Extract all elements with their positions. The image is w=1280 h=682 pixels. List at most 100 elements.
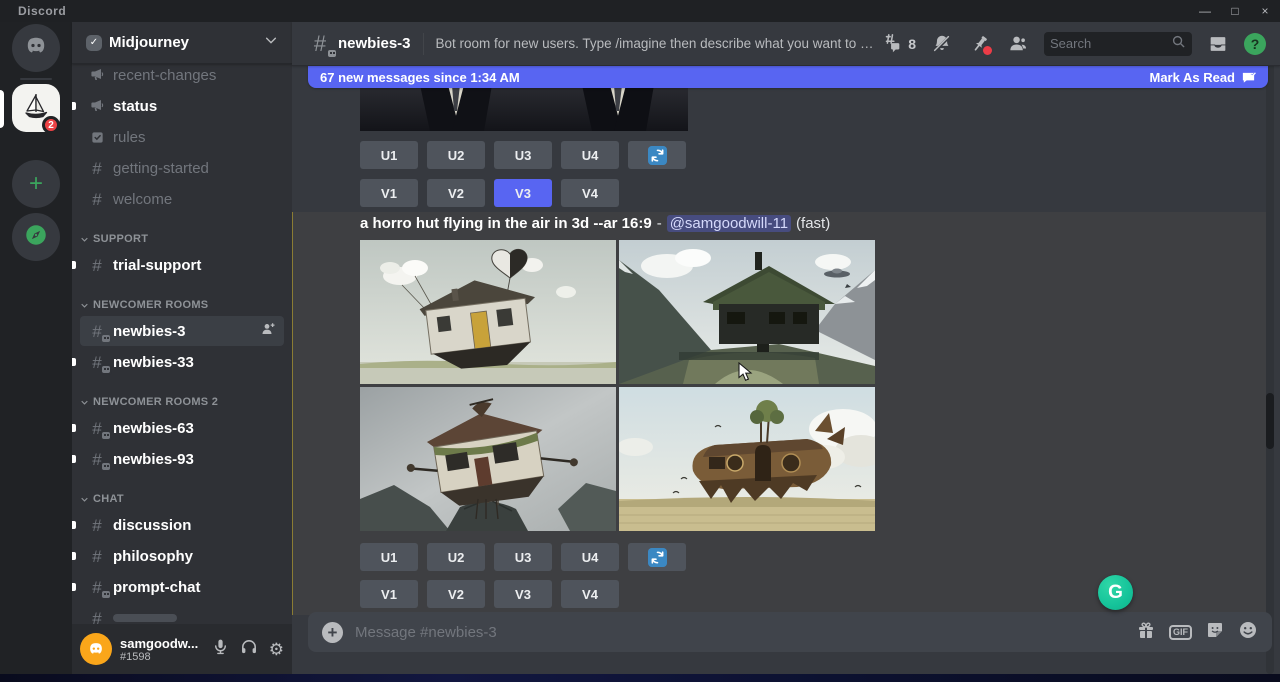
u4-button[interactable]: U4 bbox=[561, 543, 619, 571]
unread-pill bbox=[72, 261, 76, 269]
u1-button[interactable]: U1 bbox=[360, 543, 418, 571]
settings-gear-icon[interactable]: ⚙ bbox=[269, 641, 284, 658]
create-invite-icon[interactable] bbox=[260, 321, 276, 341]
avatar[interactable] bbox=[80, 633, 112, 665]
home-button[interactable] bbox=[12, 24, 60, 72]
channel-status[interactable]: status bbox=[80, 91, 284, 121]
channel-prompt-chat[interactable]: # prompt-chat bbox=[80, 572, 284, 602]
reroll-button[interactable] bbox=[628, 543, 686, 571]
bot-chip-icon bbox=[102, 432, 110, 439]
message-list: U1 U2 U3 U4 V1 V2 V3 V4 a horro hut fly bbox=[292, 66, 1280, 674]
channel-newbies-3[interactable]: # newbies-3 bbox=[80, 316, 284, 346]
u3-button[interactable]: U3 bbox=[494, 141, 552, 169]
channel-hash-bot-icon: # bbox=[308, 33, 332, 55]
prompt-text: a horro hut flying in the air in 3d --ar… bbox=[360, 215, 652, 232]
inbox-icon[interactable] bbox=[1206, 32, 1230, 56]
threads-icon[interactable] bbox=[880, 32, 904, 56]
channel-welcome[interactable]: # welcome bbox=[80, 184, 284, 214]
v3-button-active[interactable]: V3 bbox=[494, 179, 552, 207]
hash-icon: # bbox=[92, 191, 101, 208]
username: samgoodw... bbox=[120, 636, 212, 651]
gif-picker-icon[interactable]: GIF bbox=[1169, 625, 1192, 640]
generated-image-grid[interactable] bbox=[360, 240, 875, 531]
app-title: Discord bbox=[18, 4, 66, 18]
chat-scrollbar-thumb[interactable] bbox=[1266, 393, 1274, 449]
channel-recent-changes[interactable]: recent-changes bbox=[80, 64, 284, 90]
u2-button[interactable]: U2 bbox=[427, 141, 485, 169]
explore-servers-button[interactable] bbox=[12, 213, 60, 261]
notifications-muted-icon[interactable] bbox=[930, 32, 954, 56]
pinned-messages-icon[interactable] bbox=[968, 32, 992, 56]
search-box[interactable] bbox=[1044, 32, 1192, 56]
rules-icon bbox=[88, 130, 106, 145]
new-messages-banner[interactable]: 67 new messages since 1:34 AM Mark As Re… bbox=[308, 66, 1268, 88]
user-meta[interactable]: samgoodw... #1598 bbox=[120, 636, 212, 663]
grid-image-2[interactable] bbox=[619, 240, 875, 384]
sticker-icon[interactable] bbox=[1205, 620, 1225, 645]
grid-image-1[interactable] bbox=[360, 240, 616, 384]
v3-button[interactable]: V3 bbox=[494, 580, 552, 608]
channel-newbies-33[interactable]: # newbies-33 bbox=[80, 347, 284, 377]
v2-button[interactable]: V2 bbox=[427, 179, 485, 207]
channel-topic[interactable]: Bot room for new users. Type /imagine th… bbox=[436, 36, 881, 51]
grid-image-4[interactable] bbox=[619, 387, 875, 531]
reroll-button[interactable] bbox=[628, 141, 686, 169]
member-list-icon[interactable] bbox=[1006, 32, 1030, 56]
help-icon[interactable]: ? bbox=[1244, 33, 1266, 55]
category-support[interactable]: SUPPORT bbox=[80, 230, 284, 248]
channel-partial[interactable]: # bbox=[80, 603, 284, 624]
u2-button[interactable]: U2 bbox=[427, 543, 485, 571]
maximize-button[interactable]: □ bbox=[1220, 0, 1250, 22]
v2-button[interactable]: V2 bbox=[427, 580, 485, 608]
channel-newbies-63[interactable]: # newbies-63 bbox=[80, 413, 284, 443]
v4-button[interactable]: V4 bbox=[561, 580, 619, 608]
message-input-bar: + GIF bbox=[308, 612, 1272, 652]
unread-pill bbox=[72, 552, 76, 560]
prompt-line: a horro hut flying in the air in 3d --ar… bbox=[360, 215, 830, 232]
minimize-button[interactable]: — bbox=[1190, 0, 1220, 22]
channel-getting-started[interactable]: # getting-started bbox=[80, 153, 284, 183]
channel-trial-support[interactable]: # trial-support bbox=[80, 250, 284, 280]
unread-pill bbox=[72, 424, 76, 432]
add-server-button[interactable]: + bbox=[12, 160, 60, 208]
v1-button[interactable]: V1 bbox=[360, 179, 418, 207]
chat-scrollbar-track[interactable] bbox=[1266, 22, 1274, 674]
v4-button[interactable]: V4 bbox=[561, 179, 619, 207]
guild-header[interactable]: ✓ Midjourney bbox=[72, 22, 292, 64]
emoji-icon[interactable] bbox=[1238, 620, 1258, 645]
discord-logo-icon bbox=[22, 32, 50, 65]
chevron-down-icon bbox=[264, 33, 278, 52]
bot-chip-icon bbox=[102, 335, 110, 342]
channel-discussion[interactable]: # discussion bbox=[80, 510, 284, 540]
u3-button[interactable]: U3 bbox=[494, 543, 552, 571]
grid-image-3[interactable] bbox=[360, 387, 616, 531]
bot-chip-icon bbox=[102, 591, 110, 598]
mark-as-read-button[interactable]: Mark As Read bbox=[1150, 70, 1257, 85]
grammarly-button[interactable]: G bbox=[1098, 575, 1133, 610]
user-mention[interactable]: @samgoodwill-11 bbox=[667, 215, 791, 232]
unread-pill bbox=[72, 102, 76, 110]
u4-button[interactable]: U4 bbox=[561, 141, 619, 169]
close-button[interactable]: × bbox=[1250, 0, 1280, 22]
hash-icon: # bbox=[92, 610, 101, 625]
channel-rules[interactable]: rules bbox=[80, 122, 284, 152]
v1-button[interactable]: V1 bbox=[360, 580, 418, 608]
category-newcomer-rooms[interactable]: NEWCOMER ROOMS bbox=[80, 296, 284, 314]
chevron-down-icon bbox=[80, 495, 89, 504]
channel-newbies-93[interactable]: # newbies-93 bbox=[80, 444, 284, 474]
headphones-icon[interactable] bbox=[240, 638, 258, 661]
message-input[interactable] bbox=[355, 624, 1124, 641]
category-chat[interactable]: CHAT bbox=[80, 490, 284, 508]
microphone-icon[interactable] bbox=[212, 638, 229, 660]
channel-philosophy[interactable]: # philosophy bbox=[80, 541, 284, 571]
plus-icon: + bbox=[29, 172, 43, 196]
generated-image-partial[interactable] bbox=[360, 85, 688, 131]
u1-button[interactable]: U1 bbox=[360, 141, 418, 169]
refresh-icon bbox=[648, 146, 667, 165]
category-newcomer-rooms-2[interactable]: NEWCOMER ROOMS 2 bbox=[80, 393, 284, 411]
server-rail: 2 + bbox=[0, 22, 72, 674]
search-input[interactable] bbox=[1050, 36, 1171, 51]
attach-plus-icon[interactable]: + bbox=[322, 622, 343, 643]
gift-icon[interactable] bbox=[1136, 620, 1156, 645]
chat-area: # newbies-3 Bot room for new users. Type… bbox=[292, 22, 1280, 674]
